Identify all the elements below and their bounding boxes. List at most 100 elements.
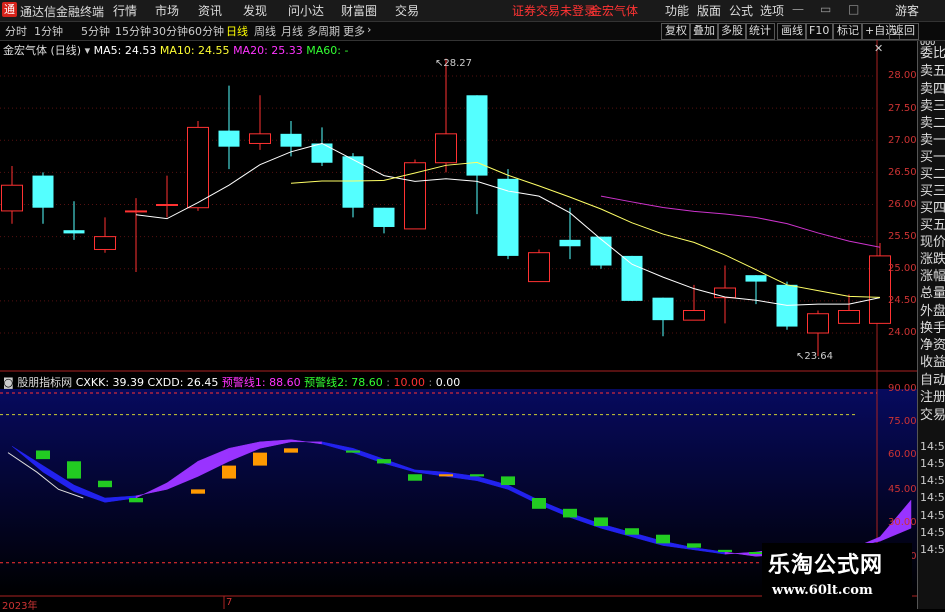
period-multi[interactable]: 多周期: [307, 23, 340, 39]
sidebar-item: 涨跌: [920, 252, 945, 267]
watermark: 乐淘公式网 www.60lt.com: [762, 543, 912, 609]
overlay-button[interactable]: 叠加: [689, 23, 719, 40]
f10-button[interactable]: F10: [805, 23, 834, 40]
dropdown-icon[interactable]: ▾: [85, 44, 91, 57]
mark-button[interactable]: 标记: [833, 23, 863, 40]
candle-up[interactable]: [838, 310, 860, 324]
draw-button[interactable]: 画线: [777, 23, 807, 40]
menu-market[interactable]: 市场: [155, 2, 179, 19]
menu-wealth[interactable]: 财富圈: [341, 2, 377, 19]
maximize-icon[interactable]: □: [848, 2, 859, 16]
stats-button[interactable]: 统计: [745, 23, 775, 40]
indicator-legend: ◙ 股朋指标网 CXKK: 39.39 CXDD: 26.45 预警线1: 88…: [3, 376, 461, 389]
minimize-icon[interactable]: —: [792, 2, 804, 16]
candle-down[interactable]: [218, 130, 240, 147]
settings-icon[interactable]: ◙: [3, 376, 14, 389]
candle-down[interactable]: [590, 236, 612, 266]
candle-down[interactable]: [280, 133, 302, 147]
multi-stock-button[interactable]: 多股: [717, 23, 747, 40]
chevron-right-icon[interactable]: ›: [367, 23, 371, 36]
ma10-label: MA10: 24.55: [159, 44, 230, 57]
candle-up[interactable]: [435, 133, 457, 164]
y-tick: 27.50: [888, 103, 917, 114]
indicator-bar: [594, 517, 608, 527]
indicator-bar: [532, 498, 546, 509]
menu-ask[interactable]: 问小达: [288, 2, 324, 19]
candle-up[interactable]: [125, 210, 147, 213]
menu-discover[interactable]: 发现: [243, 2, 267, 19]
period-30min[interactable]: 30分钟: [152, 23, 188, 39]
candle-down[interactable]: [311, 143, 333, 163]
date-year-label: 2023年: [2, 601, 38, 612]
back-button[interactable]: 返回: [889, 23, 919, 40]
high-marker: ↖28.27: [435, 58, 473, 69]
menu-formula[interactable]: 公式: [729, 2, 753, 19]
menu-quotes[interactable]: 行情: [113, 2, 137, 19]
period-weekly[interactable]: 周线: [254, 23, 276, 39]
candle-down[interactable]: [497, 178, 519, 256]
candle-up[interactable]: [156, 204, 178, 206]
candle-up[interactable]: [187, 126, 209, 209]
period-tick[interactable]: 分时: [5, 23, 27, 39]
sidebar-item: 卖四: [920, 82, 945, 97]
period-1min[interactable]: 1分钟: [34, 23, 63, 39]
candle-down[interactable]: [342, 156, 364, 208]
sidebar-item: 卖二: [920, 116, 945, 131]
ma60-label: MA60: -: [306, 44, 349, 57]
menu-options[interactable]: 选项: [760, 2, 784, 19]
close-panel-icon[interactable]: ✕: [874, 42, 883, 55]
sidebar-item: 注册: [920, 390, 945, 405]
login-status[interactable]: 证券交易未登录: [512, 2, 596, 19]
indicator-bar: [749, 552, 763, 554]
candle-up[interactable]: [683, 310, 705, 321]
candle-down[interactable]: [621, 255, 643, 301]
stock-name: 金宏气体: [590, 4, 639, 18]
period-daily[interactable]: 日线: [226, 23, 248, 39]
watermark-url: www.60lt.com: [772, 583, 873, 598]
candle-up[interactable]: [714, 287, 736, 299]
period-monthly[interactable]: 月线: [281, 23, 303, 39]
warn2-label: 预警线2: 78.60: [304, 376, 383, 389]
candle-down[interactable]: [652, 297, 674, 321]
ind-y-tick: 75.00: [888, 416, 917, 427]
period-5min[interactable]: 5分钟: [81, 23, 110, 39]
ma5-label: MA5: 24.53: [93, 44, 157, 57]
candle-up[interactable]: [94, 236, 116, 250]
indicator-bar: [377, 459, 391, 464]
candle-up[interactable]: [807, 313, 829, 334]
candle-down[interactable]: [63, 230, 85, 234]
menu-news[interactable]: 资讯: [198, 2, 222, 19]
guest-label[interactable]: 游客: [895, 2, 919, 19]
y-tick: 28.00: [888, 70, 917, 81]
candle-up[interactable]: [1, 184, 23, 212]
candle-down[interactable]: [373, 207, 395, 227]
candle-down[interactable]: [32, 175, 54, 208]
menu-trade[interactable]: 交易: [395, 2, 419, 19]
ma20-line: [600, 195, 881, 248]
candle-down[interactable]: [559, 239, 581, 247]
period-more[interactable]: 更多: [343, 23, 365, 39]
period-15min[interactable]: 15分钟: [115, 23, 151, 39]
indicator-bar: [36, 450, 50, 460]
indicator-bar: [687, 543, 701, 548]
ind-y-tick: 45.00: [888, 484, 917, 495]
indicator-bar: [67, 461, 81, 479]
indicator-bar: [129, 498, 143, 503]
watermark-title: 乐淘公式网: [768, 553, 884, 578]
warn1-label: 预警线1: 88.60: [221, 376, 301, 389]
sidebar-item: 买四: [920, 201, 945, 216]
sidebar-item: 14:56: [920, 526, 945, 539]
chart-area[interactable]: [0, 40, 917, 609]
restore-icon[interactable]: ▭: [820, 2, 831, 16]
candles[interactable]: [1, 58, 891, 357]
indicator-bar: [470, 474, 484, 477]
candle-down[interactable]: [745, 275, 767, 282]
adjust-button[interactable]: 复权: [661, 23, 691, 40]
period-60min[interactable]: 60分钟: [188, 23, 224, 39]
menu-layout[interactable]: 版面: [697, 2, 721, 19]
main-grid: [0, 75, 877, 334]
candle-up[interactable]: [249, 133, 271, 144]
y-tick: 26.00: [888, 199, 917, 210]
menu-function[interactable]: 功能: [665, 2, 689, 19]
candle-up[interactable]: [528, 252, 550, 283]
